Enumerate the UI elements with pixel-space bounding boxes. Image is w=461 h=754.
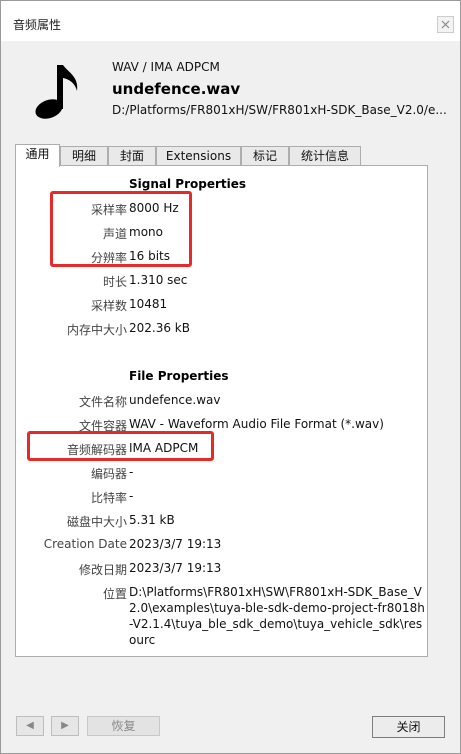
location-label: 位置 — [102, 587, 127, 601]
music-note-icon — [35, 65, 78, 119]
window-title: 音频属性 — [13, 18, 62, 32]
encoder-label: 编码器 — [90, 467, 127, 481]
tab-cover[interactable]: 封面 — [108, 146, 156, 166]
sample-count-value: 10481 — [129, 297, 168, 311]
tab-markers[interactable]: 标记 — [241, 146, 289, 166]
creation-date-value: 2023/3/7 19:13 — [129, 537, 222, 551]
location-value: D:\Platforms\FR801xH\SW\FR801xH-SDK_Base… — [129, 585, 425, 647]
file-name-heading: undefence.wav — [112, 80, 241, 98]
memory-size-label: 内存中大小 — [66, 323, 127, 337]
close-icon — [441, 20, 450, 29]
file-path: D:/Platforms/FR801xH/SW/FR801xH-SDK_Base… — [112, 103, 447, 117]
bitrate-label: 比特率 — [90, 491, 127, 505]
bitrate-value: - — [129, 489, 134, 503]
prev-button[interactable]: ◀ — [16, 716, 44, 736]
signal-properties-heading: Signal Properties — [129, 177, 247, 191]
container-value: WAV - Waveform Audio File Format (*.wav) — [129, 417, 384, 431]
file-properties-heading: File Properties — [129, 369, 229, 383]
tab-general[interactable]: 通用 — [15, 144, 60, 167]
general-panel: Signal Properties 采样率 8000 Hz 声道 mono 分辨… — [15, 165, 428, 657]
restore-button[interactable]: 恢复 — [87, 716, 160, 736]
file-name-value: undefence.wav — [129, 393, 221, 407]
signal-highlight-box — [50, 191, 192, 267]
audio-format: WAV / IMA ADPCM — [112, 60, 220, 74]
tab-details[interactable]: 明细 — [60, 146, 108, 166]
duration-value: 1.310 sec — [129, 273, 188, 287]
window-close-button[interactable] — [437, 16, 454, 33]
sample-count-label: 采样数 — [90, 299, 127, 313]
next-button[interactable]: ▶ — [51, 716, 79, 736]
arrow-right-icon: ▶ — [61, 720, 69, 731]
memory-size-value: 202.36 kB — [129, 321, 190, 335]
creation-date-label: Creation Date — [43, 537, 127, 551]
encoder-value: - — [129, 465, 134, 479]
duration-label: 时长 — [102, 275, 127, 289]
tab-extensions[interactable]: Extensions — [156, 146, 241, 166]
modified-date-label: 修改日期 — [78, 563, 127, 577]
disk-size-label: 磁盘中大小 — [66, 515, 127, 529]
file-name-label: 文件名称 — [78, 395, 127, 409]
title-bar: 音频属性 — [1, 1, 460, 41]
disk-size-value: 5.31 kB — [129, 513, 175, 527]
modified-date-value: 2023/3/7 19:13 — [129, 561, 222, 575]
decoder-highlight-box — [27, 431, 214, 461]
tab-statistics[interactable]: 统计信息 — [289, 146, 361, 166]
audio-properties-window: 音频属性 WAV / IMA ADPCM undefence.wav D:/Pl… — [0, 0, 461, 754]
close-button[interactable]: 关闭 — [372, 716, 445, 738]
arrow-left-icon: ◀ — [26, 720, 34, 731]
